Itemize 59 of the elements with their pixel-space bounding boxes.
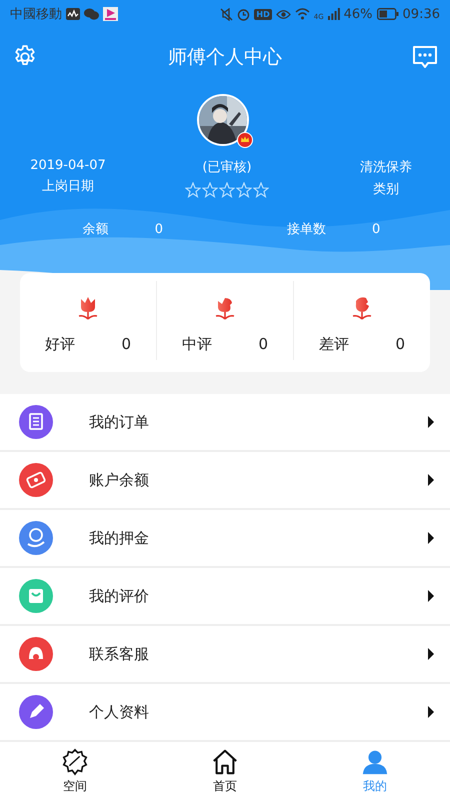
review-status: (已审核) [202, 159, 252, 176]
chat-bubbles-icon [84, 8, 99, 20]
start-date: 2019-04-07 [30, 158, 106, 173]
tab-item[interactable]: 空间 [0, 742, 150, 800]
hd-badge: HD [254, 8, 272, 20]
chevron-icon [428, 532, 434, 544]
eye-icon [276, 8, 291, 20]
rating-count: 0 [258, 335, 268, 354]
wifi-icon [294, 8, 310, 20]
menu-label: 我的订单 [89, 412, 150, 432]
flower-icon [76, 295, 100, 321]
rating-count: 0 [395, 335, 405, 354]
battery-percent: 46% [344, 6, 373, 22]
empty-star-icon [202, 182, 218, 198]
menu-label: 我的评价 [89, 586, 150, 606]
service-category-label: 类别 [373, 181, 399, 198]
empty-star-icon [219, 182, 235, 198]
stat-label: 接单数 [287, 221, 326, 238]
stat-value: 0 [154, 222, 163, 236]
menu-item[interactable]: 联系客服 [0, 626, 450, 684]
menu-item[interactable]: 我的押金 [0, 510, 450, 568]
tab-item[interactable]: 首页 [150, 742, 300, 800]
empty-star-icon [253, 182, 269, 198]
flower-icon [213, 295, 237, 321]
rating-label: 中评 [182, 335, 212, 354]
alarm-icon [237, 8, 250, 20]
signal-icon [328, 8, 340, 20]
service-category: 清洗保养 [360, 159, 412, 176]
menu-item[interactable]: 我的评价 [0, 568, 450, 626]
empty-star-icon [185, 182, 201, 198]
empty-star-icon [236, 182, 252, 198]
clock-time: 09:36 [402, 6, 440, 22]
rating-count: 0 [121, 335, 131, 354]
app-icon [103, 7, 118, 21]
menu-label: 账户余额 [89, 470, 150, 490]
menu-item[interactable]: 账户余额 [0, 452, 450, 510]
message-icon[interactable] [412, 44, 438, 70]
rating-label: 差评 [319, 335, 349, 354]
menu-label: 我的押金 [89, 528, 150, 548]
menu-item[interactable]: 我的订单 [0, 394, 450, 452]
chevron-icon [428, 416, 434, 428]
chevron-icon [428, 474, 434, 486]
flower-icon [350, 295, 374, 321]
page-title: 师傅个人中心 [168, 45, 282, 70]
stat-value: 0 [372, 222, 380, 236]
start-date-label: 上岗日期 [42, 178, 94, 195]
house-icon [211, 748, 239, 776]
chevron-icon [428, 590, 434, 602]
chevron-icon [428, 648, 434, 660]
carrier-name: 中國移動 [10, 6, 62, 23]
rating-label: 好评 [45, 335, 75, 354]
chevron-icon [428, 706, 434, 718]
mute-icon [220, 8, 234, 20]
menu-label: 个人资料 [89, 702, 150, 722]
activity-icon [66, 8, 80, 20]
menu-label: 联系客服 [89, 644, 150, 664]
battery-icon [376, 8, 399, 20]
badge-icon [61, 748, 89, 776]
stat-label: 余额 [82, 221, 109, 238]
